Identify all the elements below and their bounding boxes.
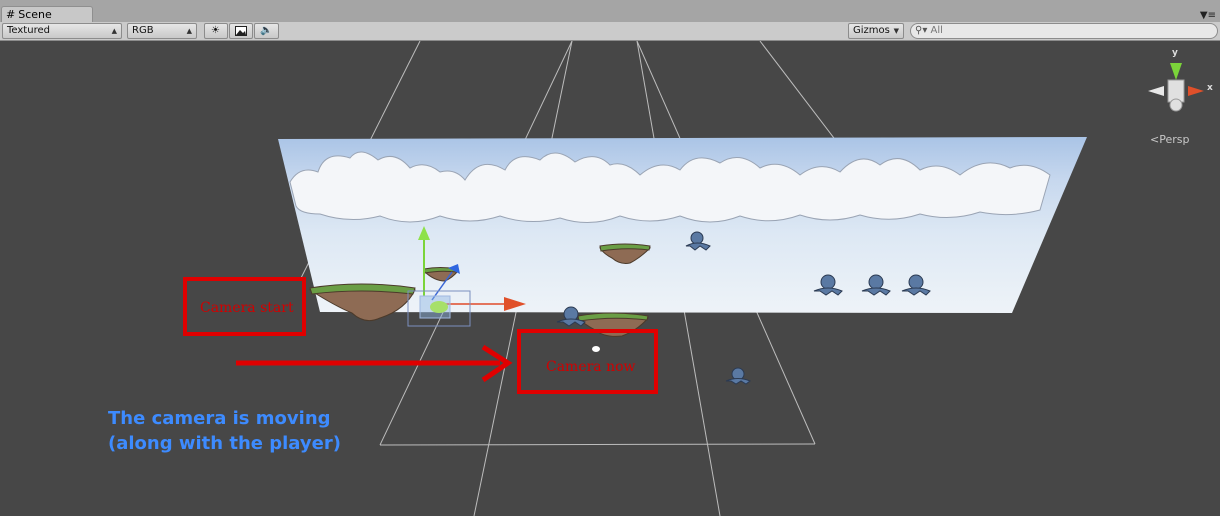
chevron-left-icon: <	[1150, 133, 1160, 146]
hash-icon: #	[6, 8, 16, 21]
audio-toggle[interactable]: 🔈	[254, 23, 279, 39]
caption-line-2: (along with the player)	[108, 433, 341, 454]
image-icon	[235, 26, 247, 36]
image-toggle[interactable]	[229, 23, 253, 39]
search-field[interactable]: ⚲▾ All	[910, 23, 1218, 39]
enemy-sprite	[725, 367, 752, 385]
gizmo-axis-x-label: x	[1207, 83, 1213, 93]
dropdown-arrow-icon: ▼	[893, 27, 899, 35]
scene-viewport[interactable]: y x <Persp Camera start Camera now The c…	[0, 41, 1220, 516]
camera-start-label: Camera start	[200, 300, 294, 316]
dropdown-arrow-icon: ▲	[111, 27, 117, 35]
color-mode-dropdown[interactable]: RGB ▲	[127, 23, 197, 39]
scene-toolbar: Textured ▲ RGB ▲ ☀ 🔈 Gizmos ▼ ⚲▾ All	[0, 22, 1220, 41]
speaker-icon: 🔈	[260, 25, 273, 36]
tab-scene-label: Scene	[18, 8, 52, 21]
search-placeholder: All	[930, 25, 943, 36]
persp-toggle[interactable]: <Persp	[1150, 133, 1189, 146]
gizmos-label: Gizmos	[853, 25, 890, 36]
editor-tab-bar: # Scene ▼≡	[0, 0, 1220, 22]
direction-arrow	[236, 344, 513, 383]
annotation-caption: The camera is moving (along with the pla…	[108, 406, 341, 456]
gizmos-dropdown[interactable]: Gizmos ▼	[848, 23, 904, 39]
dropdown-arrow-icon: ▲	[186, 27, 192, 35]
color-mode-value: RGB	[132, 25, 154, 36]
orientation-gizmo-icon	[1148, 63, 1204, 112]
render-mode-dropdown[interactable]: Textured ▲	[2, 23, 122, 39]
player-sprite	[592, 346, 600, 352]
tab-scene[interactable]: # Scene	[1, 6, 93, 22]
caption-line-1: The camera is moving	[108, 408, 331, 429]
render-mode-value: Textured	[7, 25, 50, 36]
search-icon: ⚲▾	[915, 25, 928, 36]
persp-label: Persp	[1159, 133, 1190, 146]
tab-menu-icon[interactable]: ▼≡	[1200, 10, 1216, 21]
lighting-toggle[interactable]: ☀	[204, 23, 228, 39]
gizmo-axis-y-label: y	[1172, 48, 1178, 58]
sun-icon: ☀	[211, 25, 220, 36]
camera-now-label: Camera now	[546, 359, 636, 375]
